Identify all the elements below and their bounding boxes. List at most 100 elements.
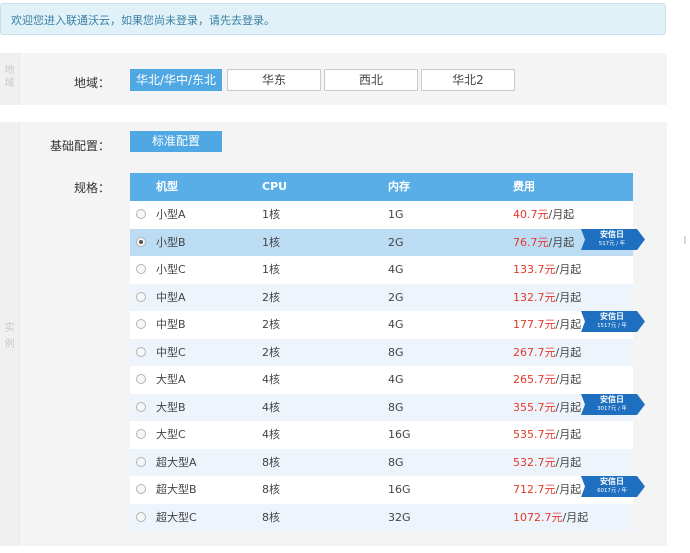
spec-price-value: 265.7元: [513, 373, 556, 386]
spec-row[interactable]: 小型B 1核 2G 76.7元/月起 安信日 517元 / 年: [130, 228, 645, 257]
spec-memory: 16G: [388, 428, 411, 441]
spec-model: 超大型A: [156, 455, 197, 469]
instance-panel: 实 例 基础配置： 标准配置 规格： 机型 CPU 内存 费用 小型A 1核 1G 4…: [0, 122, 667, 546]
header-price: 费用: [513, 180, 535, 193]
spec-model: 中型C: [156, 345, 186, 359]
spec-cpu: 1核: [262, 235, 280, 249]
spec-memory: 8G: [388, 455, 404, 469]
region-option-northwest[interactable]: 西北: [324, 69, 418, 91]
spec-price-unit: /月起: [555, 318, 582, 331]
spec-price-unit: /月起: [555, 483, 582, 496]
spec-row[interactable]: 大型C 4核 16G 535.7元/月起: [130, 421, 633, 449]
spec-memory: 2G: [388, 235, 404, 249]
spec-price-value: 177.7元: [513, 318, 556, 331]
region-option-east[interactable]: 华东: [227, 69, 321, 91]
promo-title: 安信日: [600, 477, 624, 486]
spec-model: 超大型C: [156, 510, 197, 524]
spec-row[interactable]: 中型C 2核 8G 267.7元/月起: [130, 338, 633, 367]
spec-price-unit: /月起: [548, 235, 575, 249]
spec-radio[interactable]: [136, 236, 146, 247]
spec-table-body: 小型A 1核 1G 40.7元/月起 小型B 1核 2G 76.7元/月起 安信日 517元 / …: [130, 201, 645, 532]
spec-price-value: 133.7元: [513, 263, 556, 276]
promo-title: 安信日: [600, 229, 624, 239]
promo-title: 安信日: [600, 394, 624, 404]
spec-radio[interactable]: [136, 346, 146, 357]
spec-price: 265.7元/月起: [513, 366, 581, 394]
spec-row[interactable]: 小型C 1核 4G 133.7元/月起: [130, 256, 633, 284]
spec-price: 132.7元/月起: [513, 284, 581, 312]
basic-config-label: 基础配置：: [50, 139, 111, 153]
spec-cpu: 8核: [262, 455, 280, 469]
spec-price-value: 132.7元: [513, 290, 556, 304]
spec-cpu: 4核: [262, 400, 280, 414]
spec-price-unit: /月起: [555, 373, 582, 386]
spec-cpu: 2核: [262, 345, 280, 359]
spec-cpu: 4核: [262, 373, 280, 386]
spec-price: 535.7元/月起: [513, 421, 581, 449]
spec-row[interactable]: 超大型B 8核 16G 712.7元/月起 安信日 6017元 / 年: [130, 476, 645, 504]
spec-price-unit: /月起: [562, 510, 589, 524]
spec-price-value: 355.7元: [513, 400, 556, 414]
spec-price: 40.7元/月起: [513, 201, 574, 229]
spec-model: 中型A: [156, 290, 186, 304]
spec-radio[interactable]: [136, 264, 146, 274]
spec-radio[interactable]: [136, 484, 146, 494]
spec-label: 规格：: [74, 181, 111, 195]
spec-model: 小型C: [156, 263, 186, 276]
header-cpu: CPU: [262, 180, 288, 193]
spec-cpu: 8核: [262, 510, 280, 524]
spec-table-header: 机型 CPU 内存 费用: [130, 173, 633, 201]
spec-price-unit: /月起: [548, 208, 575, 221]
spec-price-value: 532.7元: [513, 455, 556, 469]
spec-price-value: 535.7元: [513, 428, 556, 441]
spec-row[interactable]: 大型B 4核 8G 355.7元/月起 安信日 3017元 / 年: [130, 393, 645, 422]
spec-cpu: 8核: [262, 483, 280, 496]
spec-row[interactable]: 中型A 2核 2G 132.7元/月起: [130, 283, 633, 312]
spec-row[interactable]: 大型A 4核 4G 265.7元/月起: [130, 366, 633, 394]
spec-radio[interactable]: [136, 401, 146, 412]
promo-ribbon[interactable]: 安信日 1517元 / 年: [581, 311, 645, 332]
spec-row[interactable]: 超大型C 8核 32G 1072.7元/月起: [130, 503, 633, 532]
promo-ribbon[interactable]: 安信日 3017元 / 年: [581, 393, 645, 415]
spec-memory: 8G: [388, 345, 404, 359]
spec-cpu: 4核: [262, 428, 280, 441]
spec-model: 大型C: [156, 428, 186, 441]
spec-price: 1072.7元/月起: [513, 504, 588, 532]
spec-price-value: 76.7元: [513, 235, 549, 249]
spec-price: 267.7元/月起: [513, 339, 581, 367]
spec-price-value: 40.7元: [513, 208, 549, 221]
spec-row[interactable]: 中型B 2核 4G 177.7元/月起 安信日 1517元 / 年: [130, 311, 645, 339]
spec-row[interactable]: 超大型A 8核 8G 532.7元/月起: [130, 448, 633, 477]
spec-row[interactable]: 小型A 1核 1G 40.7元/月起: [130, 201, 633, 229]
spec-price: 133.7元/月起: [513, 256, 581, 284]
spec-radio[interactable]: [136, 456, 146, 467]
spec-cpu: 1核: [262, 263, 280, 276]
region-option-north-central-northeast[interactable]: 华北/华中/东北: [130, 69, 222, 91]
spec-price-value: 267.7元: [513, 345, 556, 359]
spec-table: 机型 CPU 内存 费用 小型A 1核 1G 40.7元/月起 小型B 1核 2G 76.7元…: [130, 173, 645, 532]
spec-radio[interactable]: [136, 374, 146, 384]
spec-radio[interactable]: [136, 209, 146, 219]
spec-radio[interactable]: [136, 429, 146, 439]
header-model: 机型: [156, 180, 178, 193]
standard-config-button[interactable]: 标准配置: [130, 131, 222, 152]
spec-price: 76.7元/月起: [513, 229, 574, 257]
spec-price: 532.7元/月起: [513, 449, 581, 477]
instance-side-label: 实 例: [4, 323, 15, 350]
spec-price: 355.7元/月起: [513, 394, 581, 422]
spec-radio[interactable]: [136, 319, 146, 329]
spec-radio[interactable]: [136, 291, 146, 302]
spec-memory: 1G: [388, 208, 404, 221]
spec-price-unit: /月起: [555, 428, 582, 441]
spec-price-value: 712.7元: [513, 483, 556, 496]
promo-ribbon[interactable]: 安信日 6017元 / 年: [581, 476, 645, 497]
region-panel: 地 域 地域： 华北/华中/东北 华东 西北 华北2: [0, 53, 667, 105]
spec-price-unit: /月起: [555, 345, 582, 359]
region-label: 地域：: [74, 76, 111, 90]
region-side-label: 地 域: [4, 65, 15, 89]
spec-memory: 8G: [388, 400, 404, 414]
promo-ribbon[interactable]: 安信日 517元 / 年: [581, 228, 645, 250]
region-option-north-2[interactable]: 华北2: [421, 69, 515, 91]
spec-radio[interactable]: [136, 511, 146, 522]
spec-cpu: 2核: [262, 290, 280, 304]
